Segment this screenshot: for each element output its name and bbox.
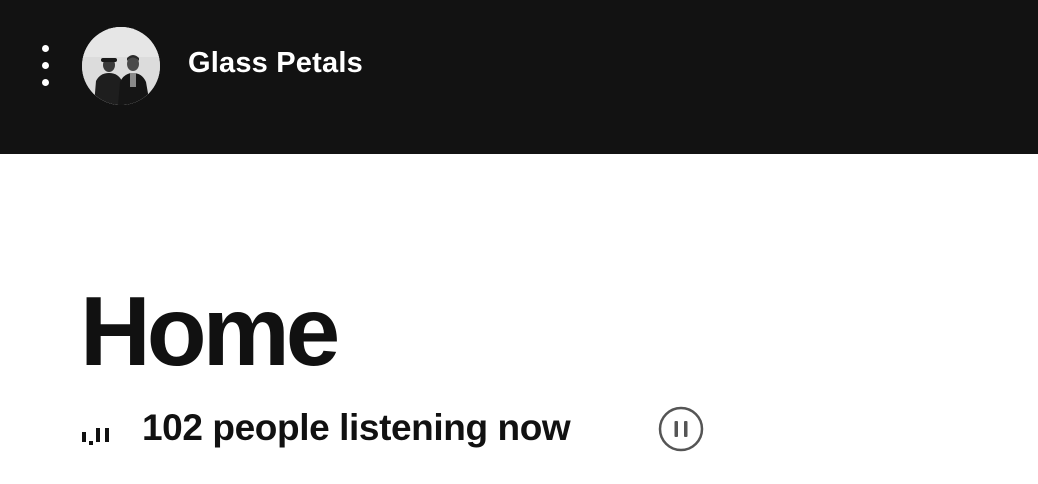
- listeners-status: 102 people listening now: [82, 405, 571, 451]
- listeners-count-text: 102 people listening now: [142, 407, 571, 448]
- more-vertical-icon: [42, 45, 49, 52]
- artist-name[interactable]: Glass Petals: [188, 47, 363, 80]
- equalizer-icon: [82, 416, 130, 446]
- artist-photo: [82, 27, 160, 105]
- menu-dot: [42, 62, 49, 69]
- pause-circle-icon: [658, 406, 704, 452]
- page-title: Home: [80, 276, 340, 386]
- app-header: Glass Petals: [0, 0, 1038, 154]
- menu-dot: [42, 79, 49, 86]
- artist-avatar[interactable]: [82, 27, 160, 105]
- pause-button[interactable]: [658, 406, 704, 452]
- more-options-button[interactable]: [30, 40, 62, 92]
